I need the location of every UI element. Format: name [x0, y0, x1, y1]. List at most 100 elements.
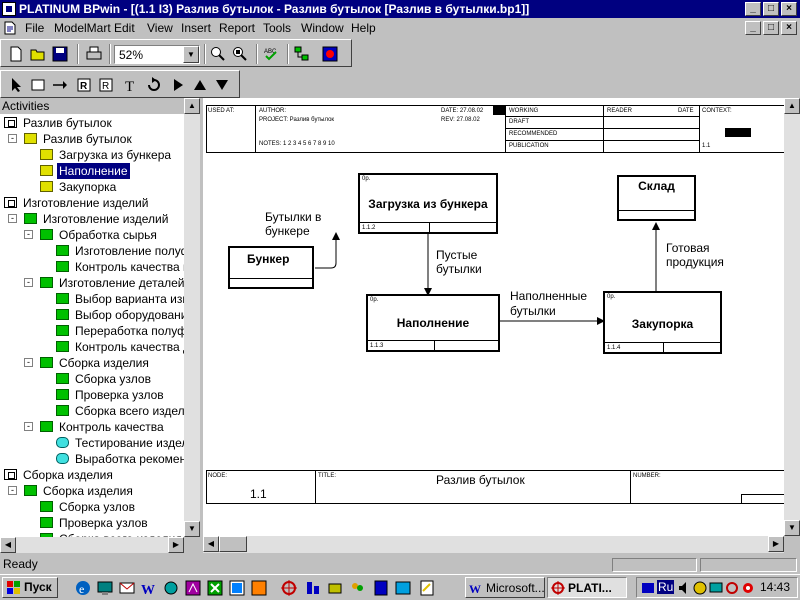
chevron-down-icon[interactable]: ▼: [183, 46, 199, 63]
settings-icon[interactable]: [327, 580, 343, 596]
label-bottles-in-bunker-1[interactable]: Бутылки в: [265, 210, 321, 225]
collapse-icon[interactable]: -: [24, 422, 33, 431]
new-icon[interactable]: [6, 44, 28, 65]
diagram-vertical-scrollbar[interactable]: ▲ ▼: [784, 98, 800, 536]
scroll-left-icon[interactable]: ◀: [0, 537, 16, 553]
tree-item[interactable]: Проверка узлов: [0, 515, 184, 531]
people-icon[interactable]: [349, 580, 365, 596]
model-explorer-icon[interactable]: [292, 44, 314, 65]
label-filled-bottles-2[interactable]: бутылки: [510, 304, 556, 319]
tree-item[interactable]: Переработка полуфа: [0, 323, 184, 339]
open-icon[interactable]: [28, 44, 50, 65]
menu-file[interactable]: File: [25, 21, 44, 35]
label-finished-product-2[interactable]: продукция: [666, 255, 724, 270]
scroll-right-icon[interactable]: ▶: [768, 536, 784, 552]
collapse-icon[interactable]: -: [24, 358, 33, 367]
doc-icon[interactable]: [3, 21, 17, 35]
task-button-platinum[interactable]: PLATI...: [547, 577, 627, 598]
collapse-icon[interactable]: -: [8, 214, 17, 223]
zoom-fit-icon[interactable]: [230, 44, 252, 65]
close-button[interactable]: ×: [781, 2, 797, 16]
tree-vertical-scrollbar[interactable]: ▲ ▼: [184, 98, 200, 537]
tree-item[interactable]: - Сборка изделия: [0, 355, 184, 371]
down-icon[interactable]: [212, 75, 234, 96]
tree-item[interactable]: Сборка узлов: [0, 499, 184, 515]
tree-item[interactable]: Сборка узлов: [0, 371, 184, 387]
tree-horizontal-scrollbar[interactable]: ◀ ▶: [0, 537, 184, 553]
external-box-warehouse[interactable]: Склад: [617, 175, 696, 221]
scroll-left-icon[interactable]: ◀: [203, 536, 219, 552]
notepad-icon[interactable]: [419, 580, 435, 596]
referent-icon[interactable]: R: [74, 75, 96, 96]
minimize-button[interactable]: _: [745, 2, 761, 16]
tree-item[interactable]: Контроль качества д: [0, 339, 184, 355]
tree-item[interactable]: Сборка изделия: [0, 467, 184, 483]
language-indicator[interactable]: Ru: [657, 580, 675, 594]
diagram-horizontal-scrollbar[interactable]: ◀ ▶: [203, 536, 784, 553]
tree-item[interactable]: - Контроль качества: [0, 419, 184, 435]
scroll-up-icon[interactable]: ▲: [184, 98, 200, 114]
label-finished-product-1[interactable]: Готовая: [666, 241, 710, 256]
activity-box-loading[interactable]: 0р. Загрузка из бункера 1.1.2: [358, 173, 498, 234]
text-icon[interactable]: T: [120, 75, 142, 96]
network-tray-icon[interactable]: [641, 581, 655, 595]
collapse-icon[interactable]: -: [8, 134, 17, 143]
target-icon[interactable]: [281, 580, 297, 596]
activity-box-capping[interactable]: 0р. Закупорка 1.1.4: [603, 291, 722, 354]
collapse-icon[interactable]: -: [24, 278, 33, 287]
tree-item[interactable]: Выбор оборудования: [0, 307, 184, 323]
menu-window[interactable]: Window: [301, 21, 344, 35]
menu-tools[interactable]: Tools: [263, 21, 291, 35]
tree-item[interactable]: Закупорка: [0, 179, 184, 195]
menu-insert[interactable]: Insert: [181, 21, 211, 35]
scroll-down-icon[interactable]: ▼: [184, 521, 200, 537]
referent-box-icon[interactable]: R: [96, 75, 118, 96]
menu-view[interactable]: View: [147, 21, 173, 35]
tree-item[interactable]: Выработка рекоменд: [0, 451, 184, 467]
box-tool-icon[interactable]: [28, 75, 50, 96]
tree-item[interactable]: - Сборка изделия: [0, 483, 184, 499]
desktop-icon[interactable]: [97, 580, 113, 596]
external-box-bunker[interactable]: Бункер: [228, 246, 314, 289]
tree-item[interactable]: Загрузка из бункера: [0, 147, 184, 163]
scroll-right-icon[interactable]: ▶: [168, 537, 184, 553]
arrow-tool-icon[interactable]: [50, 75, 72, 96]
forward-icon[interactable]: [168, 75, 190, 96]
tree-item[interactable]: Изготовление полуф: [0, 243, 184, 259]
organizer-icon[interactable]: [395, 580, 411, 596]
tree-item[interactable]: - Обработка сырья: [0, 227, 184, 243]
flower-icon[interactable]: [741, 581, 755, 595]
tree-item[interactable]: - Разлив бутылок: [0, 131, 184, 147]
target-icon[interactable]: [725, 581, 739, 595]
tree-item[interactable]: Выбор варианта изг: [0, 291, 184, 307]
menu-help[interactable]: Help: [351, 21, 376, 35]
activity-box-filling[interactable]: 0р. Наполнение 1.1.3: [366, 294, 500, 352]
start-button[interactable]: Пуск: [2, 577, 58, 598]
color-icon[interactable]: [320, 44, 342, 65]
tree-item[interactable]: Проверка узлов: [0, 387, 184, 403]
pointer-icon[interactable]: [6, 75, 28, 96]
scroll-thumb[interactable]: [219, 536, 247, 552]
tree-item[interactable]: Контроль качества п: [0, 259, 184, 275]
menu-report[interactable]: Report: [219, 21, 255, 35]
label-empty-bottles-2[interactable]: бутылки: [436, 262, 482, 277]
tree-item[interactable]: Сборка всего издели: [0, 403, 184, 419]
doc-close-button[interactable]: ×: [781, 21, 797, 35]
scroll-down-icon[interactable]: ▼: [784, 520, 800, 536]
collapse-icon[interactable]: -: [24, 230, 33, 239]
doc-minimize-button[interactable]: _: [745, 21, 761, 35]
label-bottles-in-bunker-2[interactable]: бункере: [265, 224, 310, 239]
menu-modelmart[interactable]: ModelMart: [54, 21, 111, 35]
up-icon[interactable]: [190, 75, 212, 96]
tree-item[interactable]: Тестирование издели: [0, 435, 184, 451]
ie-icon[interactable]: e: [75, 580, 91, 596]
label-filled-bottles-1[interactable]: Наполненные: [510, 289, 587, 304]
app-icon[interactable]: [2, 2, 16, 16]
antivirus-icon[interactable]: [693, 581, 707, 595]
tree-item[interactable]: Изготовление изделий: [0, 195, 184, 211]
label-empty-bottles-1[interactable]: Пустые: [436, 248, 477, 263]
monitor-icon[interactable]: [709, 581, 723, 595]
collapse-icon[interactable]: -: [8, 486, 17, 495]
tree-item[interactable]: - Изготовление изделий: [0, 211, 184, 227]
spellcheck-icon[interactable]: ABC: [261, 44, 283, 65]
